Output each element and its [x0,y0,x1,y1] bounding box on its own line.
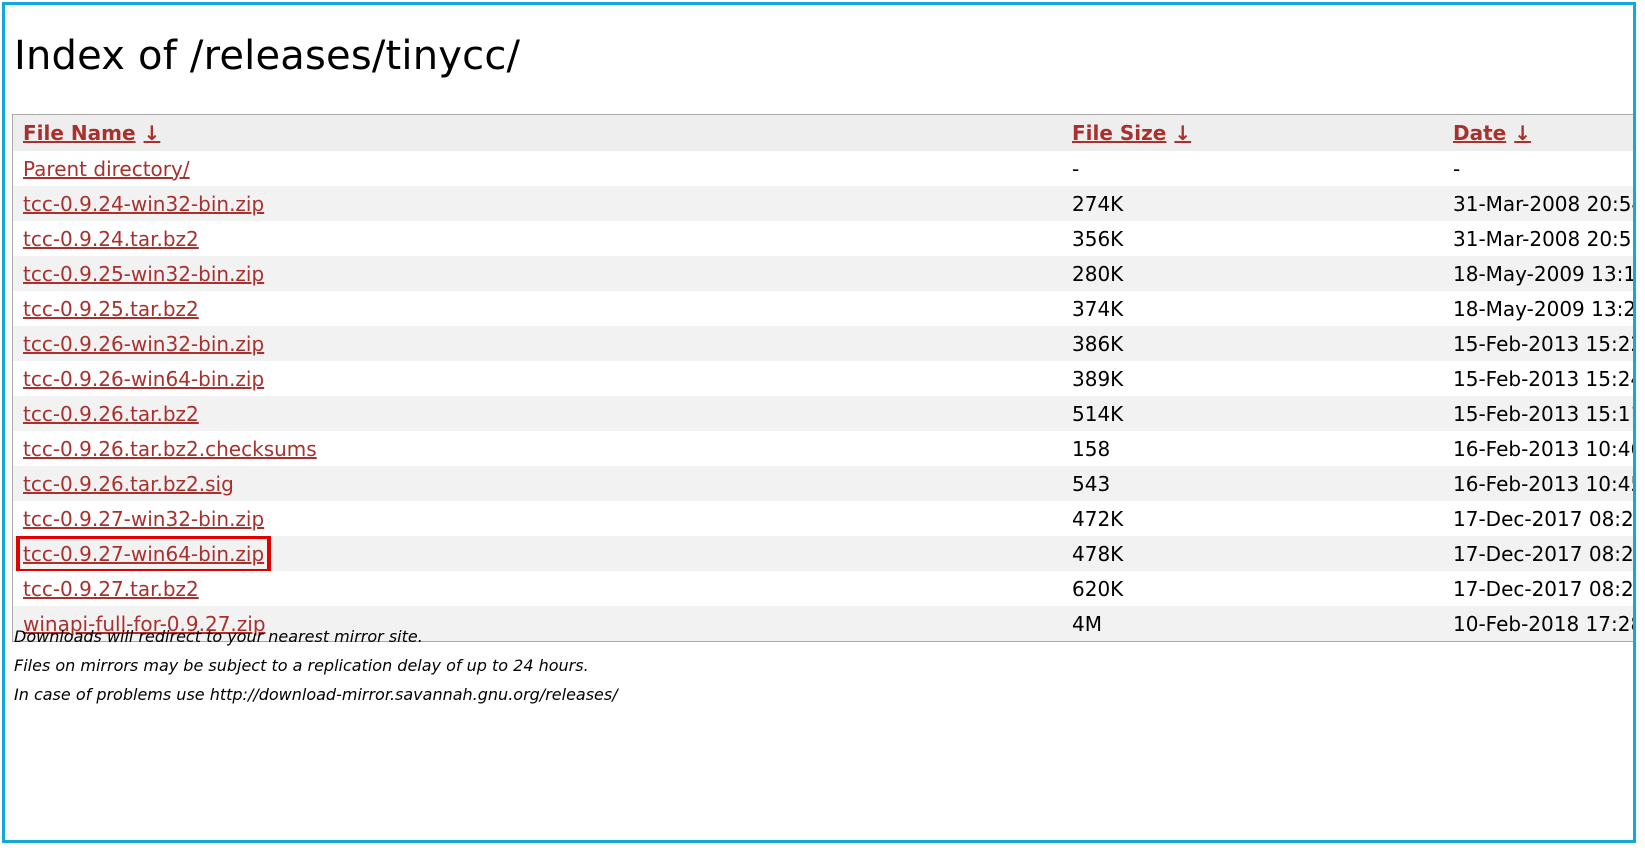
file-link[interactable]: tcc-0.9.24-win32-bin.zip [23,192,264,216]
file-link-highlighted[interactable]: tcc-0.9.27-win64-bin.zip [23,542,264,566]
table-row: tcc-0.9.27.tar.bz2 620K 17-Dec-2017 08:2… [13,571,1636,606]
column-header-size: File Size ↓ [1062,115,1443,151]
file-size: - [1072,156,1080,181]
table-row: tcc-0.9.26.tar.bz2.checksums 158 16-Feb-… [13,431,1636,466]
file-size: 158 [1072,436,1111,461]
table-row: tcc-0.9.26.tar.bz2.sig 543 16-Feb-2013 1… [13,466,1636,501]
sort-by-size-link[interactable]: File Size ↓ [1072,121,1191,145]
file-date: 16-Feb-2013 10:45 [1453,471,1636,496]
file-date: - [1453,156,1461,181]
file-rows: Parent directory/ - - tcc-0.9.24-win32-b… [13,151,1636,641]
file-link[interactable]: tcc-0.9.24.tar.bz2 [23,227,199,251]
column-header-date-label: Date [1453,121,1507,145]
table-row: tcc-0.9.26-win64-bin.zip 389K 15-Feb-201… [13,361,1636,396]
screenshot-frame: Index of /releases/tinycc/ File Name ↓ Fi… [2,2,1636,843]
highlight-box: tcc-0.9.27-win64-bin.zip [15,536,272,571]
file-size: 386K [1072,331,1124,356]
file-date: 17-Dec-2017 08:27 [1453,506,1636,531]
file-size: 356K [1072,226,1124,251]
file-size: 472K [1072,506,1124,531]
problems-note: In case of problems use http://download-… [14,685,618,704]
file-link[interactable]: tcc-0.9.26-win32-bin.zip [23,332,264,356]
file-size: 620K [1072,576,1124,601]
file-link[interactable]: tcc-0.9.26.tar.bz2.checksums [23,437,317,461]
file-link[interactable]: tcc-0.9.26.tar.bz2 [23,402,199,426]
column-header-name: File Name ↓ [13,115,1062,151]
table-row: tcc-0.9.24.tar.bz2 356K 31-Mar-2008 20:5… [13,221,1636,256]
table-row: tcc-0.9.25.tar.bz2 374K 18-May-2009 13:2… [13,291,1636,326]
page-title: Index of /releases/tinycc/ [14,33,521,79]
table-row: tcc-0.9.26.tar.bz2 514K 15-Feb-2013 15:1… [13,396,1636,431]
table-row: Parent directory/ - - [13,151,1633,186]
sort-by-date-link[interactable]: Date ↓ [1453,121,1531,145]
file-date: 15-Feb-2013 15:11 [1453,401,1636,426]
file-date: 16-Feb-2013 10:46 [1453,436,1636,461]
file-size: 514K [1072,401,1124,426]
column-header-size-label: File Size [1072,121,1167,145]
sort-arrow-icon: ↓ [1514,121,1531,145]
file-size: 4M [1072,611,1102,636]
file-link[interactable]: tcc-0.9.27.tar.bz2 [23,577,199,601]
file-link[interactable]: tcc-0.9.26-win64-bin.zip [23,367,264,391]
file-date: 15-Feb-2013 15:24 [1453,366,1636,391]
file-date: 17-Dec-2017 08:27 [1453,576,1636,601]
file-size: 280K [1072,261,1124,286]
file-link[interactable]: tcc-0.9.25.tar.bz2 [23,297,199,321]
file-date: 15-Feb-2013 15:22 [1453,331,1636,356]
footer-notes: Downloads will redirect to your nearest … [14,622,618,709]
file-size: 389K [1072,366,1124,391]
file-table: File Name ↓ File Size ↓ Date ↓ Parent direc… [13,115,1636,641]
table-row: tcc-0.9.25-win32-bin.zip 280K 18-May-200… [13,256,1636,291]
table-row: tcc-0.9.24-win32-bin.zip 274K 31-Mar-200… [13,186,1636,221]
file-link[interactable]: tcc-0.9.27-win32-bin.zip [23,507,264,531]
table-row: tcc-0.9.26-win32-bin.zip 386K 15-Feb-201… [13,326,1636,361]
file-date: 10-Feb-2018 17:28 [1453,611,1636,636]
file-link[interactable]: tcc-0.9.25-win32-bin.zip [23,262,264,286]
sort-arrow-icon: ↓ [1174,121,1192,145]
file-date: 31-Mar-2008 20:52 [1453,226,1636,251]
parent-directory-link[interactable]: Parent directory/ [23,157,190,181]
file-date: 17-Dec-2017 08:27 [1453,541,1636,566]
mirror-redirect-note: Downloads will redirect to your nearest … [14,627,423,646]
table-row-highlighted: tcc-0.9.27-win64-bin.zip 478K 17-Dec-201… [13,536,1636,571]
sort-arrow-icon: ↓ [143,121,161,145]
file-size: 274K [1072,191,1124,216]
file-date: 18-May-2009 13:27 [1453,296,1636,321]
file-date: 18-May-2009 13:14 [1453,261,1636,286]
replication-delay-note: Files on mirrors may be subject to a rep… [14,656,589,675]
file-date: 31-Mar-2008 20:54 [1453,191,1636,216]
file-link[interactable]: tcc-0.9.26.tar.bz2.sig [23,472,234,496]
file-listing: File Name ↓ File Size ↓ Date ↓ Parent direc… [12,114,1636,642]
file-size: 374K [1072,296,1124,321]
column-header-date: Date ↓ [1443,115,1633,151]
column-header-name-label: File Name [23,121,136,145]
table-header-row: File Name ↓ File Size ↓ Date ↓ [13,115,1633,151]
table-row: tcc-0.9.27-win32-bin.zip 472K 17-Dec-201… [13,501,1636,536]
file-size: 543 [1072,471,1111,496]
sort-by-name-link[interactable]: File Name ↓ [23,121,160,145]
file-size: 478K [1072,541,1124,566]
